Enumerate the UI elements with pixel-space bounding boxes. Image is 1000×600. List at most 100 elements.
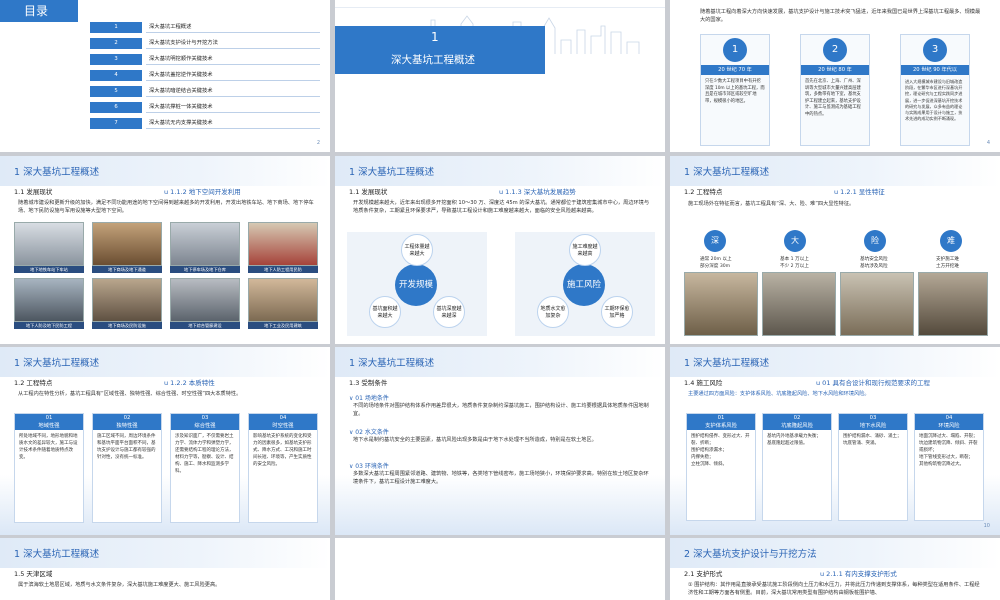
- slide-header: 1 深大基坑工程概述: [0, 538, 330, 568]
- slide-section-cover[interactable]: 1 深大基坑工程概述: [335, 0, 665, 152]
- feature-card: 03 综合性强 涉及知识面广，不仅需要岩土力学、流体力学和弹塑力学，还需要结构工程…: [170, 413, 240, 523]
- topic-tag: u 2.1.1 有内支撑支护形式: [820, 570, 897, 578]
- slide-header: 2 深大基坑支护设计与开挖方法: [670, 538, 1000, 568]
- topic-tag: u 1.1.3 深大基坑发展趋势: [499, 188, 576, 196]
- slide-constraints[interactable]: 1 深大基坑工程概述 1.3 受制条件 ∨ 01 场地条件 不同的场地条件对围护…: [335, 347, 665, 535]
- risk-card: 04 环境风险 地面沉降过大、塌陷、开裂； 坑边建筑物沉降、倾斜、开裂或损坏； 地…: [914, 413, 984, 521]
- photo-caption: 地下工业及民用建筑: [248, 322, 318, 329]
- feature-card: 02 独特性强 施工区域不同，周边环境条件和基坑平面平台面积不同，基坑支护设计与施…: [92, 413, 162, 523]
- risk-bottom-left-circle: 地质水文愈加复杂: [537, 296, 569, 328]
- feature-card: 04 时空性强 影响基坑支护系统的变化和受力的因素很多，如基坑支护形式、降水方式、…: [248, 413, 318, 523]
- toc-item[interactable]: 4 深大基坑盖挖逆作关键技术: [90, 70, 320, 81]
- topic-tag: u 1.1.2 地下空间开发利用: [164, 188, 241, 196]
- section-number: 1: [431, 30, 439, 44]
- topic-tag: u 1.2.2 本质特性: [164, 379, 215, 387]
- toc-item[interactable]: 6 深大基坑撑桩一体关键技术: [90, 102, 320, 113]
- risk-card: 01 支护体系风险 围护结构侵界、变形过大、开裂、折断； 围护结构渗漏水； 内撑失…: [686, 413, 756, 521]
- photo-caption: 地下商场及民防设施: [92, 322, 162, 329]
- step-text: 首先在北京、上海、广州、深圳等大型城市大量兴建高层建筑，多数带有地下室，基坑支护…: [805, 79, 861, 117]
- cover-top-strip: [335, 0, 665, 8]
- photo-caption: 地下人防及地下民防工程: [14, 322, 84, 329]
- slide-paragraph: 属于滨海软土地层区域，地质与水文条件复杂，深大基坑施工难度更大、施工风险更高。: [18, 582, 221, 588]
- topic-tag: u 1.2.1 显性特征: [834, 188, 885, 196]
- step-number-circle: 3: [923, 38, 947, 62]
- slide-subtitle: 1.2 工程特点: [684, 188, 723, 196]
- slide-header: 1 深大基坑工程概述: [670, 347, 1000, 377]
- slide-paragraph: 主要通过四方面风险：支护体系风险、坑底隆起风险、地下水风险和环境风险。: [688, 391, 870, 397]
- constraint-heading[interactable]: ∨ 01 场地条件: [349, 393, 389, 402]
- slide-paragraph: 从工程内在特性分析，基坑工程具有“区域性强、独特性强、综合性强、时空性强”四大本…: [18, 391, 242, 397]
- slide-header: 1 深大基坑工程概述: [0, 347, 330, 377]
- photo-excavation-site-4: [918, 272, 988, 336]
- step-era: 20 世纪 70 年: [701, 65, 769, 75]
- slide-paragraph: 施工现场外在特征而言，基坑工程具有“深、大、险、难”四大显性特征。: [688, 201, 855, 207]
- risk-bottom-right-circle: 工期环保愈加严格: [601, 296, 633, 328]
- photo-utility-tunnel: [170, 278, 240, 322]
- feature-large: 大: [784, 230, 806, 252]
- timeline-card: 2 20 世纪 80 年 首先在北京、上海、广州、深圳等大型城市大量兴建高层建筑…: [800, 34, 870, 146]
- scale-top-circle: 工程体量越来越大: [401, 234, 433, 266]
- photo-civil-defense: [248, 222, 318, 266]
- slide-development-trend[interactable]: 1 深大基坑工程概述 1.1 发展现状 u 1.1.3 深大基坑发展趋势 开发规…: [335, 156, 665, 344]
- toc-item[interactable]: 5 深大基坑暗逆结合关键技术: [90, 86, 320, 97]
- toc-item[interactable]: 7 深大基坑无内支撑关键技术: [90, 118, 320, 129]
- toc-item[interactable]: 3 深大基坑明挖顺作关键技术: [90, 54, 320, 65]
- slide-timeline[interactable]: 随着基坑工程向着深大方向快速发展，基坑支护设计与施工技术突飞猛进，近年来我国已是…: [670, 0, 1000, 152]
- slide-subtitle: 1.1 发展现状: [14, 188, 53, 196]
- constraint-text: 地下水是制约基坑安全的主要因素，基坑风险出现多数是由于地下水处理不当所造成，特别…: [353, 437, 597, 443]
- photo-caption: 地下人防工程用民防: [248, 266, 318, 273]
- photo-excavation-site-1: [684, 272, 758, 336]
- slide-explicit-features[interactable]: 1 深大基坑工程概述 1.2 工程特点 u 1.2.1 显性特征 施工现场外在特…: [670, 156, 1000, 344]
- photo-excavation-site-3: [840, 272, 914, 336]
- scale-center-circle: 开发规模: [395, 264, 437, 306]
- photo-excavation: [92, 278, 162, 322]
- slide-paragraph: 随着城市建设和更新升级的加快，满足不同功能用途的地下空间得到越来越多的开发利用，…: [18, 200, 314, 214]
- step-text: 进入大规模城市建设与旧城改造阶段，在繁华市区进行深基坑开挖，理论研究与工程实践同…: [905, 79, 963, 122]
- step-text: 只在少数大工程项目中有开挖深度 10m 以上的基坑工程，而且是在城市郊区或较空旷…: [705, 79, 765, 104]
- risk-card: 02 坑底隆起风险 基坑内外地基承载力失衡； 基底隆起超过限值。: [762, 413, 832, 521]
- timeline-card: 3 20 世纪 90 年代以 进入大规模城市建设与旧城改造阶段，在繁华市区进行深…: [900, 34, 970, 146]
- slide-intrinsic-features[interactable]: 1 深大基坑工程概述 1.2 工程特点 u 1.2.2 本质特性 从工程内在特性…: [0, 347, 330, 535]
- photo-caption: 地下商场及地下通道: [92, 266, 162, 273]
- slide-header: 1 深大基坑工程概述: [670, 156, 1000, 186]
- slide-blank[interactable]: [335, 538, 665, 600]
- feature-note: 基本 1 万以上 不少 2 万以上: [780, 257, 809, 269]
- slide-underground-space[interactable]: 1 深大基坑工程概述 1.1 发展现状 u 1.1.2 地下空间开发利用 随着城…: [0, 156, 330, 344]
- slide-subtitle: 2.1 支护形式: [684, 570, 723, 578]
- photo-subway-station: [14, 222, 84, 266]
- toc-item[interactable]: 2 深大基坑支护设计与开挖方法: [90, 38, 320, 49]
- slide-subtitle: 1.3 受制条件: [349, 379, 388, 387]
- slide-subtitle: 1.5 天津区域: [14, 570, 53, 578]
- slide-tianjin-region[interactable]: 1 深大基坑工程概述 1.5 天津区域 属于滨海软土地层区域，地质与水文条件复杂…: [0, 538, 330, 600]
- slide-toc[interactable]: 目录 1 深大基坑工程概述 2 深大基坑支护设计与开挖方法 3 深大基坑明挖顺作关键技…: [0, 0, 330, 152]
- feature-card: 01 地域性强 所处地域不同，地形地貌和地质水文的差异较大，施工与设计技术条件随着…: [14, 413, 84, 523]
- slide-subtitle: 1.2 工程特点: [14, 379, 53, 387]
- step-number-circle: 1: [723, 38, 747, 62]
- slide-support-forms[interactable]: 2 深大基坑支护设计与开挖方法 2.1 支护形式 u 2.1.1 有内支撑支护形…: [670, 538, 1000, 600]
- feature-risky: 险: [864, 230, 886, 252]
- feature-deep: 深: [704, 230, 726, 252]
- photo-excavation-site-2: [762, 272, 836, 336]
- page-number: 10: [983, 523, 990, 529]
- slide-grid: 目录 1 深大基坑工程概述 2 深大基坑支护设计与开挖方法 3 深大基坑明挖顺作关键技…: [0, 0, 1000, 600]
- risk-center-circle: 施工风险: [563, 264, 605, 306]
- feature-difficult: 难: [940, 230, 962, 252]
- toc-item[interactable]: 1 深大基坑工程概述: [90, 22, 320, 33]
- photo-caption: 地下综合管廊建设: [170, 322, 240, 329]
- photo-industrial: [248, 278, 318, 322]
- photo-parking: [170, 222, 240, 266]
- timeline-intro: 随着基坑工程向着深大方向快速发展，基坑支护设计与施工技术突飞猛进，近年来我国已是…: [700, 9, 981, 23]
- step-era: 20 世纪 80 年: [801, 65, 869, 75]
- slide-header: 1 深大基坑工程概述: [0, 156, 330, 186]
- constraint-text: 多数深大基坑工程周围紧邻道路、建筑物、地铁等，各类地下管线密布，施工场地狭小，环…: [353, 471, 649, 485]
- slide-construction-risks[interactable]: 1 深大基坑工程概述 1.4 施工风险 u 01 具有合设计和现行规范要求的工程…: [670, 347, 1000, 535]
- feature-note: 支护施工难 土方开挖难: [936, 257, 959, 269]
- section-title: 深大基坑工程概述: [391, 54, 475, 66]
- constraint-heading[interactable]: ∨ 02 水文条件: [349, 427, 389, 436]
- slide-header: 1 深大基坑工程概述: [335, 347, 665, 377]
- constraint-heading[interactable]: ∨ 03 环境条件: [349, 461, 389, 470]
- slide-paragraph: ① 围护结构：其作用是直接承受基坑施工阶段侧向土压力和水压力，并将此压力传递到支…: [688, 582, 980, 596]
- slide-header: 1 深大基坑工程概述: [335, 156, 665, 186]
- timeline-card: 1 20 世纪 70 年 只在少数大工程项目中有开挖深度 10m 以上的基坑工程…: [700, 34, 770, 146]
- page-number: 2: [316, 140, 320, 146]
